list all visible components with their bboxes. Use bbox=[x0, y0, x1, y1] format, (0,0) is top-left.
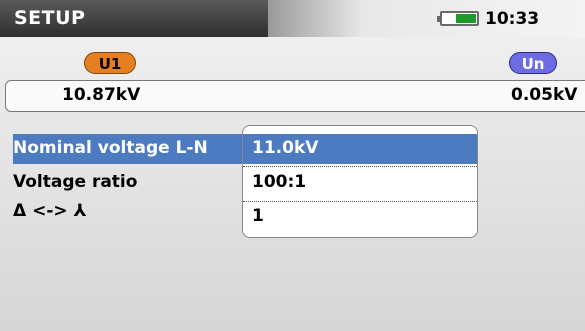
battery-icon bbox=[437, 11, 479, 26]
header-title-area: SETUP bbox=[0, 0, 268, 37]
screen-title: SETUP bbox=[14, 7, 86, 29]
setting-value-nominal-voltage[interactable]: 11.0kV bbox=[252, 138, 318, 158]
row-separator bbox=[243, 201, 477, 202]
u1-badge: U1 bbox=[84, 52, 136, 74]
un-badge: Un bbox=[509, 52, 557, 74]
setting-value-delta-star[interactable]: 1 bbox=[252, 206, 264, 226]
un-readout: 0.05kV bbox=[511, 85, 578, 105]
u1-readout: 10.87kV bbox=[62, 85, 141, 105]
battery-tip bbox=[437, 16, 440, 22]
setting-value-voltage-ratio[interactable]: 100:1 bbox=[252, 172, 306, 192]
header-bar: SETUP 10:33 bbox=[0, 0, 585, 37]
battery-level bbox=[456, 14, 476, 23]
row-separator bbox=[243, 166, 477, 167]
setting-label-voltage-ratio[interactable]: Voltage ratio bbox=[13, 172, 137, 192]
setting-label-nominal-voltage[interactable]: Nominal voltage L-N bbox=[13, 138, 208, 158]
setting-label-delta-star[interactable]: Δ <-> ⅄ bbox=[13, 201, 86, 221]
clock: 10:33 bbox=[485, 9, 540, 29]
